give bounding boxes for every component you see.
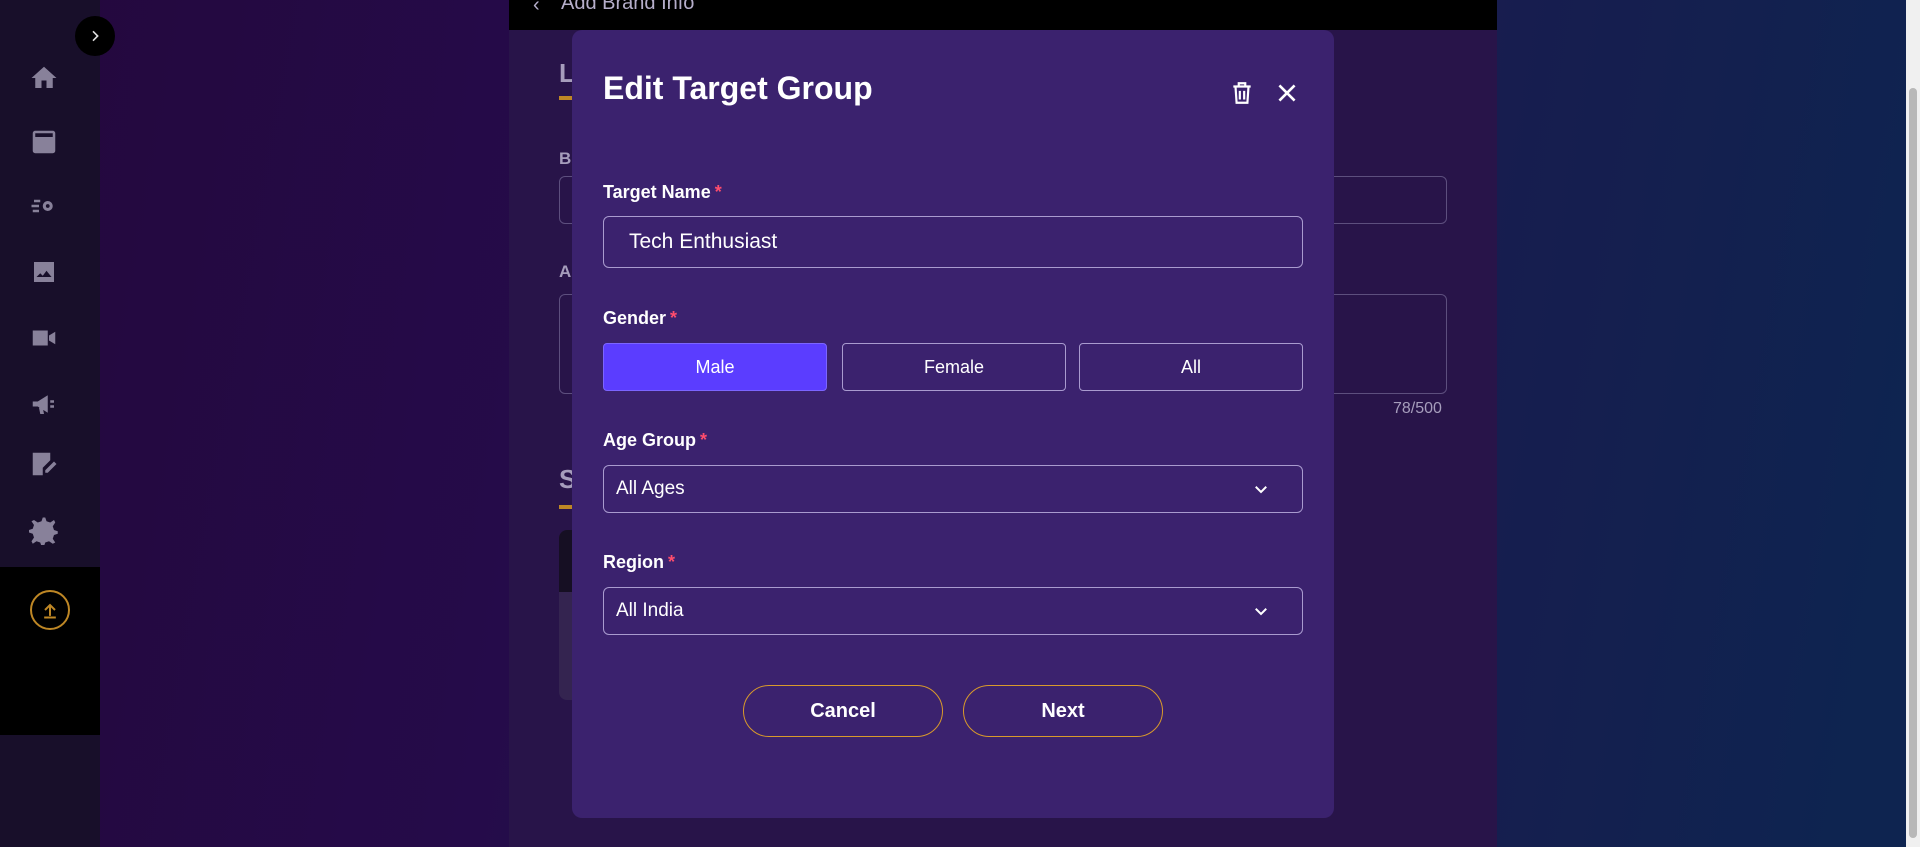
trash-icon[interactable] [1227, 78, 1257, 108]
scrollbar-thumb[interactable] [1909, 88, 1917, 838]
gender-option-female[interactable]: Female [842, 343, 1066, 391]
age-group-value: All Ages [616, 478, 685, 499]
gender-label: Gender * [603, 308, 678, 328]
cancel-button[interactable]: Cancel [743, 685, 943, 737]
required-mark: * [670, 308, 678, 328]
chevron-down-icon [1252, 480, 1270, 498]
modal-title: Edit Target Group [603, 70, 873, 106]
required-mark: * [714, 182, 722, 202]
region-select[interactable]: All India [603, 587, 1303, 635]
age-group-label: Age Group * [603, 430, 708, 450]
region-label: Region * [603, 552, 676, 572]
age-group-select[interactable]: All Ages [603, 465, 1303, 513]
target-name-input[interactable]: Tech Enthusiast [603, 216, 1303, 268]
required-mark: * [668, 552, 676, 572]
close-icon[interactable] [1272, 78, 1302, 108]
gender-option-all[interactable]: All [1079, 343, 1303, 391]
target-name-label: Target Name * [603, 182, 722, 202]
chevron-down-icon [1252, 602, 1270, 620]
edit-target-group-modal: Edit Target Group Target Name * Tech Enth… [572, 30, 1334, 818]
region-value: All India [616, 600, 684, 621]
gender-option-male[interactable]: Male [603, 343, 827, 391]
next-button[interactable]: Next [963, 685, 1163, 737]
required-mark: * [700, 430, 708, 450]
